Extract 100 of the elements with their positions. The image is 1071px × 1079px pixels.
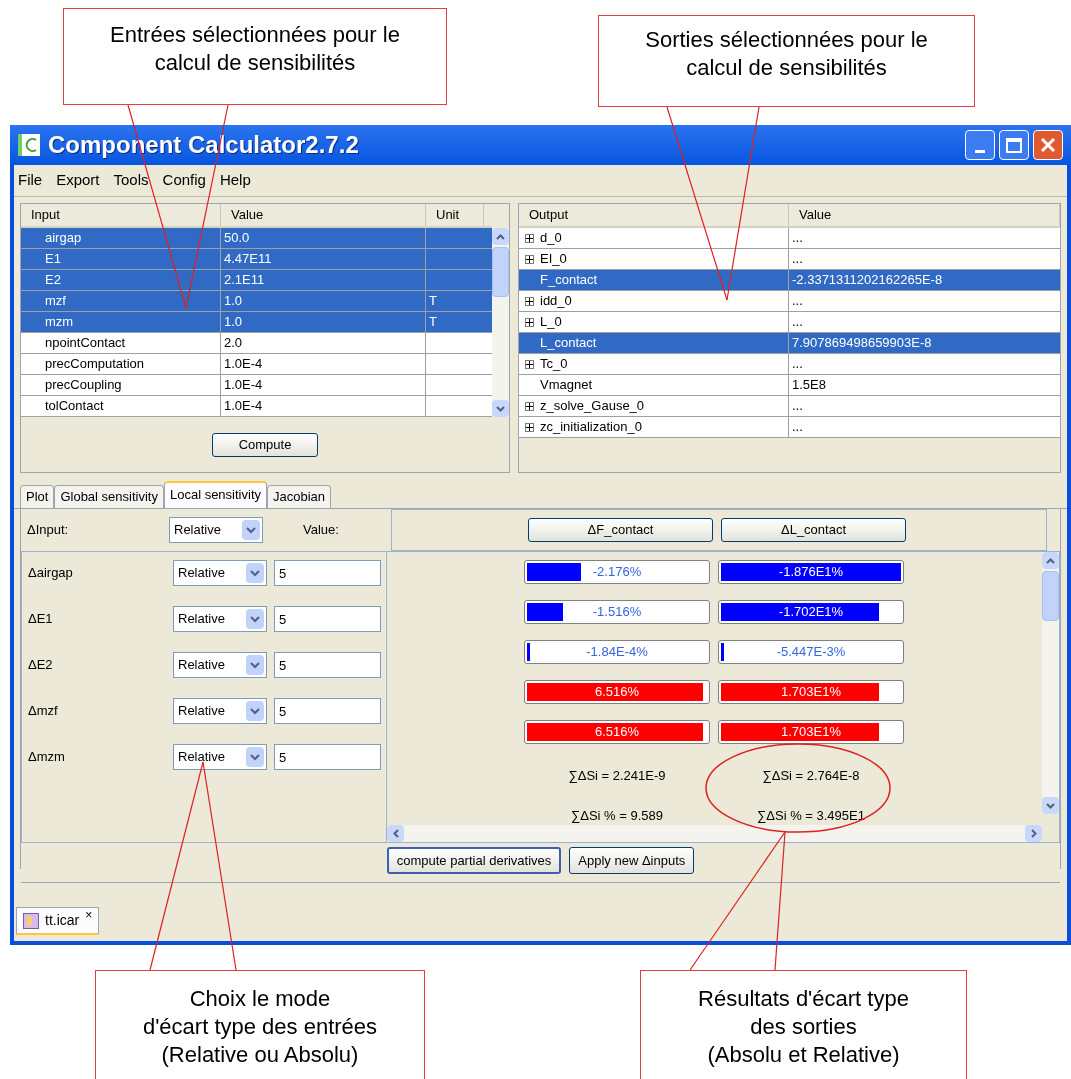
table-cell-text: F_contact: [540, 271, 598, 290]
table-cell: mzm: [21, 312, 221, 332]
vertical-scrollbar[interactable]: [492, 228, 509, 417]
tab[interactable]: Plot: [20, 485, 55, 508]
annotation-callout: Entrées sélectionnées pour le calcul de sensibilités: [63, 8, 447, 105]
mode-dropdown[interactable]: Relative: [173, 698, 267, 724]
output-row[interactable]: F_contact -2.3371311202162265E-8: [519, 270, 1060, 291]
action-button[interactable]: compute partial derivatives: [386, 847, 562, 874]
output-row[interactable]: d_0 ...: [519, 228, 1060, 249]
table-cell-text: ...: [791, 418, 804, 436]
bar-value: -1.516%: [591, 603, 643, 622]
table-cell-text: idd_0: [540, 292, 572, 311]
input-row[interactable]: precComputation 1.0E-4: [21, 354, 492, 375]
input-row[interactable]: airgap 50.0: [21, 228, 492, 249]
mode-dropdown[interactable]: Relative: [169, 517, 263, 543]
menu-item[interactable]: Help: [219, 169, 251, 192]
table-cell: 2.0: [221, 333, 426, 353]
delta-value-field[interactable]: 5: [274, 652, 381, 678]
input-row[interactable]: precCoupling 1.0E-4: [21, 375, 492, 396]
input-row[interactable]: mzm 1.0 T: [21, 312, 492, 333]
scroll-thumb[interactable]: [492, 247, 509, 297]
menu-item[interactable]: Export: [56, 169, 100, 192]
menu-item[interactable]: File: [18, 169, 43, 192]
output-column-button[interactable]: ΔL_contact: [721, 518, 906, 542]
output-row[interactable]: Tc_0 ...: [519, 354, 1060, 375]
column-header[interactable]: Value: [221, 204, 426, 226]
input-delta-label: ΔE2: [28, 656, 54, 675]
table-cell-text: d_0: [540, 229, 562, 248]
column-header[interactable]: Value: [789, 204, 1060, 226]
tab[interactable]: Local sensitivity: [163, 481, 267, 508]
table-cell: tolContact: [21, 396, 221, 416]
vertical-scrollbar[interactable]: [1042, 552, 1059, 814]
document-tab[interactable]: tt.icar ×: [16, 907, 100, 935]
column-header[interactable]: Input: [21, 204, 221, 226]
output-row[interactable]: z_solve_Gause_0 ...: [519, 396, 1060, 417]
table-cell: 1.0E-4: [221, 375, 426, 395]
menu-item[interactable]: Config: [162, 169, 206, 192]
expand-plus-icon[interactable]: [525, 401, 534, 411]
delta-value-field[interactable]: 5: [274, 560, 381, 586]
mode-dropdown[interactable]: Relative: [173, 606, 267, 632]
scroll-thumb[interactable]: [1042, 571, 1059, 621]
action-button[interactable]: Apply new Δinputs: [569, 847, 695, 874]
delta-value-field[interactable]: 5: [274, 698, 381, 724]
column-header[interactable]: Output: [519, 204, 789, 226]
table-cell-text: ...: [791, 355, 804, 373]
table-cell: npointContact: [21, 333, 221, 353]
table-cell: 1.0E-4: [221, 354, 426, 374]
horizontal-scrollbar[interactable]: [387, 825, 1042, 842]
input-row[interactable]: npointContact 2.0: [21, 333, 492, 354]
input-row[interactable]: E1 4.47E11: [21, 249, 492, 270]
input-delta-label: Δmzf: [28, 702, 59, 721]
menu-item[interactable]: Tools: [113, 169, 149, 192]
bar-value: 1.703E1%: [780, 723, 842, 742]
table-cell-text: z_solve_Gause_0: [540, 397, 645, 416]
table-cell-text: EI_0: [540, 250, 567, 269]
output-row[interactable]: L_contact 7.907869498659903E-8: [519, 333, 1060, 354]
table-cell-text: ...: [791, 292, 804, 310]
delta-value-field[interactable]: 5: [274, 606, 381, 632]
mode-dropdown[interactable]: Relative: [173, 652, 267, 678]
chevron-down-icon: [242, 520, 260, 540]
mode-dropdown[interactable]: Relative: [173, 560, 267, 586]
table-cell: 1.0E-4: [221, 396, 426, 416]
input-row[interactable]: E2 2.1E11: [21, 270, 492, 291]
output-row[interactable]: zc_initialization_0 ...: [519, 417, 1060, 438]
input-row[interactable]: tolContact 1.0E-4: [21, 396, 492, 417]
output-row[interactable]: idd_0 ...: [519, 291, 1060, 312]
output-column-button[interactable]: ΔF_contact: [528, 518, 713, 542]
expand-plus-icon[interactable]: [525, 317, 534, 327]
output-row[interactable]: Vmagnet 1.5E8: [519, 375, 1060, 396]
expand-plus-icon[interactable]: [525, 254, 534, 264]
input-delta-label: Δmzm: [28, 748, 66, 767]
bar-value: 6.516%: [593, 723, 641, 742]
bar-value: -1.702E1%: [777, 603, 845, 622]
tab[interactable]: Jacobian: [267, 485, 332, 508]
tab[interactable]: Global sensitivity: [54, 485, 164, 508]
bar-value: 1.703E1%: [780, 683, 842, 702]
output-row[interactable]: EI_0 ...: [519, 249, 1060, 270]
close-tab-button[interactable]: ×: [85, 908, 93, 922]
expand-plus-icon[interactable]: [525, 359, 534, 369]
expand-plus-icon[interactable]: [525, 233, 534, 243]
table-cell-text: 1.5E8: [791, 376, 827, 394]
chevron-down-icon: [246, 609, 264, 629]
table-cell: 50.0: [221, 228, 426, 248]
minimize-button[interactable]: [965, 130, 995, 160]
mode-dropdown[interactable]: Relative: [173, 744, 267, 770]
column-header[interactable]: Unit: [426, 204, 484, 226]
maximize-button[interactable]: [999, 130, 1029, 160]
app-logo-icon: [18, 134, 40, 156]
document-icon: [23, 912, 39, 929]
table-cell-text: ...: [791, 397, 804, 415]
close-button[interactable]: [1033, 130, 1063, 160]
delta-input-label: ΔInput:: [26, 521, 70, 540]
output-row[interactable]: L_0 ...: [519, 312, 1060, 333]
input-row[interactable]: mzf 1.0 T: [21, 291, 492, 312]
delta-value-field[interactable]: 5: [274, 744, 381, 770]
expand-plus-icon[interactable]: [525, 296, 534, 306]
compute-button[interactable]: Compute: [212, 432, 318, 457]
expand-plus-icon[interactable]: [525, 422, 534, 432]
scroll-down-icon: [492, 400, 509, 417]
bar-value: -1.876E1%: [777, 563, 845, 582]
